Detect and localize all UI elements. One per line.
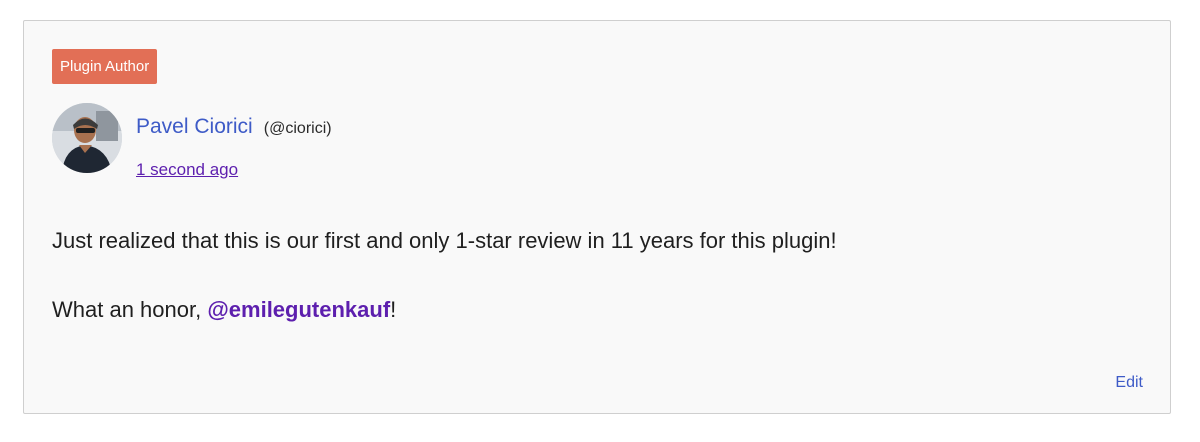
paragraph-2-suffix: ! [390,297,397,322]
paragraph-2-prefix: What an honor, [52,297,208,322]
author-avatar[interactable] [52,103,122,173]
author-handle: (@ciorici) [263,120,332,137]
author-name-link[interactable]: Pavel Ciorici [136,115,253,138]
avatar-photo-icon [52,103,122,173]
plugin-author-badge: Plugin Author [52,49,158,84]
edit-link[interactable]: Edit [1115,374,1143,392]
reply-timestamp-link[interactable]: 1 second ago [136,160,238,180]
author-line: Pavel Ciorici (@ciorici) [136,115,332,139]
reply-card: Plugin Author Pavel Ciorici (@ciorici) 1… [23,20,1171,414]
user-mention-link[interactable]: @emilegutenkauf [207,297,390,322]
reply-paragraph-1: Just realized that this is our first and… [52,228,837,253]
reply-paragraph-2: What an honor, @emilegutenkauf! [52,297,396,323]
